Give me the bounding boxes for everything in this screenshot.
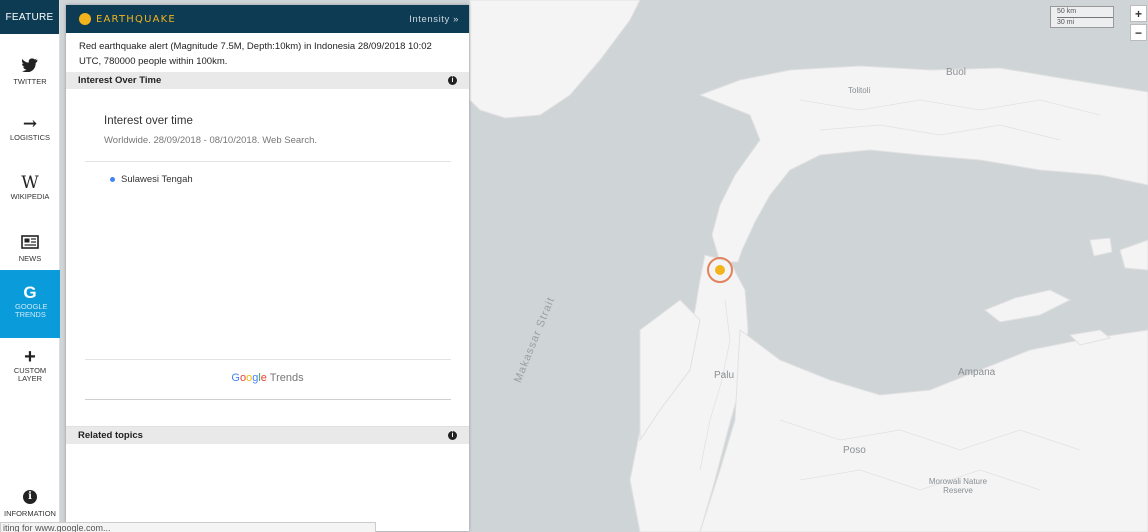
legend-label: Sulawesi Tengah: [121, 174, 193, 185]
browser-status-bar: iting for www.google.com...: [0, 522, 376, 532]
map-label-palu: Palu: [714, 370, 735, 381]
feature-google-trends[interactable]: G GOOGLE TRENDS: [0, 270, 60, 338]
feature-google-trends-label: GOOGLE TRENDS: [15, 302, 48, 319]
trends-title: Interest over time: [104, 115, 193, 127]
alert-description: Red earthquake alert (Magnitude 7.5M, De…: [79, 41, 432, 67]
google-trends-logo[interactable]: Google Trends: [66, 372, 469, 384]
map-label-ampana: Ampana: [958, 367, 996, 378]
zoom-out-button[interactable]: −: [1130, 24, 1147, 41]
intensity-link[interactable]: Intensity »: [409, 14, 459, 25]
google-icon: G: [23, 283, 37, 302]
info-icon: i: [23, 490, 37, 504]
feature-logistics-label: LOGISTICS: [9, 133, 50, 142]
arrow-right-icon: →: [22, 114, 38, 134]
info-icon[interactable]: i: [448, 76, 457, 85]
earthquake-icon: [79, 13, 91, 25]
scale-km: 50 km: [1057, 7, 1113, 18]
google-trends-widget: Interest over time Worldwide. 28/09/2018…: [66, 89, 469, 427]
feature-twitter[interactable]: TWITTER: [0, 38, 60, 106]
related-topics-header[interactable]: Related topics i: [66, 427, 469, 444]
feature-wikipedia-label: WIKIPEDIA: [10, 192, 50, 201]
map-label-poso: Poso: [843, 445, 866, 456]
feature-custom-layer[interactable]: + CUSTOM LAYER: [0, 334, 60, 402]
wikipedia-icon: W: [21, 173, 39, 193]
divider: [85, 399, 451, 400]
feature-news-label: NEWS: [18, 254, 42, 263]
feature-information-label: INFORMATION: [4, 509, 56, 518]
trends-legend-item: Sulawesi Tengah: [110, 174, 193, 185]
map-label-buol: Buol: [946, 67, 967, 78]
divider: [85, 161, 451, 162]
feature-logistics[interactable]: → LOGISTICS: [0, 97, 60, 165]
related-topics-title: Related topics: [78, 430, 143, 441]
earthquake-panel: EARTHQUAKE Intensity » Red earthquake al…: [66, 5, 469, 531]
plus-icon: +: [24, 346, 36, 368]
feature-custom-layer-label: CUSTOM LAYER: [13, 366, 47, 383]
earthquake-marker[interactable]: [707, 257, 733, 283]
trends-subtitle: Worldwide. 28/09/2018 - 08/10/2018. Web …: [104, 135, 318, 146]
legend-swatch: [110, 177, 115, 182]
newspaper-icon: [21, 235, 39, 249]
panel-header: EARTHQUAKE Intensity »: [66, 5, 469, 33]
earthquake-marker-dot: [715, 265, 725, 275]
scale-mi: 30 mi: [1057, 19, 1075, 26]
map-label-tolitoli: Tolitoli: [848, 86, 871, 95]
zoom-in-button[interactable]: +: [1130, 5, 1147, 22]
info-icon[interactable]: i: [448, 431, 457, 440]
feature-wikipedia[interactable]: W WIKIPEDIA: [0, 156, 60, 224]
map-scale: 50 km 30 mi: [1050, 6, 1114, 28]
map-label-morowali-reserve: Morowali Nature Reserve: [928, 477, 988, 495]
twitter-icon: [22, 58, 38, 72]
panel-title: EARTHQUAKE: [96, 13, 176, 25]
feature-header: FEATURE: [0, 0, 59, 34]
feature-twitter-label: TWITTER: [13, 77, 47, 86]
interest-over-time-title: Interest Over Time: [78, 75, 162, 86]
feature-sidebar: FEATURE TWITTER → LOGISTICS W WIKIPEDIA …: [0, 0, 60, 532]
divider: [85, 359, 451, 360]
interest-over-time-header[interactable]: Interest Over Time i: [66, 72, 469, 89]
